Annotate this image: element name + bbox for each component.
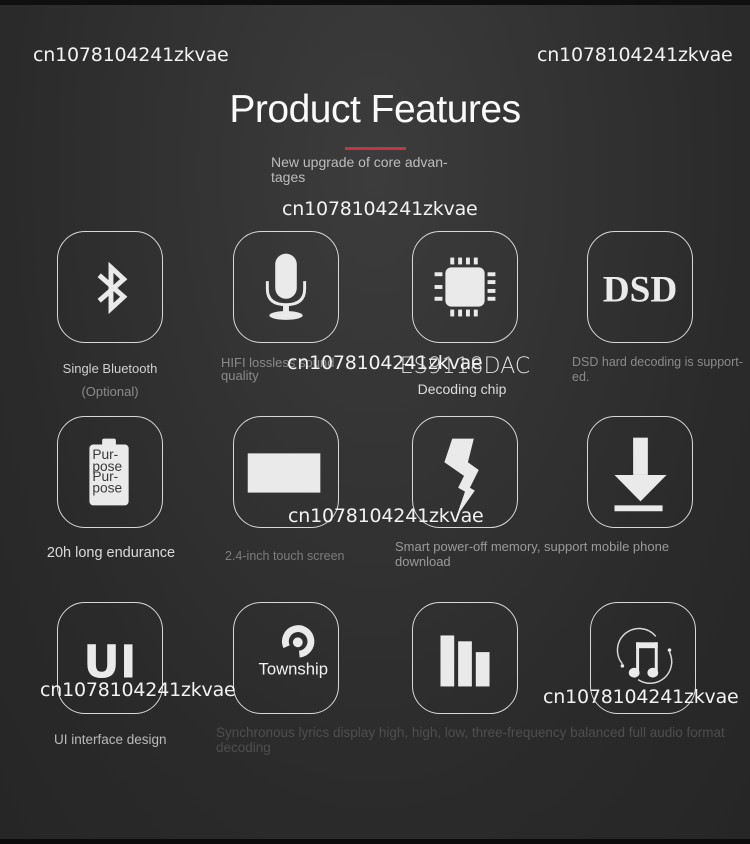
page-subtitle: New upgrade of core advan- tages: [271, 155, 471, 185]
watermark: cn1078104241zkvae: [537, 44, 733, 66]
watermark: cn1078104241zkvae: [288, 505, 484, 527]
feature-card-battery: Pur- pose Pur- pose: [57, 416, 163, 528]
feature-label: 20h long endurance: [46, 545, 176, 561]
feature-card-bluetooth: [57, 231, 163, 343]
feature-label: Single Bluetooth: [62, 361, 158, 376]
watermark: cn1078104241zkvae: [287, 352, 483, 374]
feature-note: Decoding chip: [417, 381, 507, 397]
svg-text:pose: pose: [92, 481, 122, 496]
watermark: cn1078104241zkvae: [40, 679, 236, 701]
feature-note: (Optional): [81, 384, 139, 399]
feature-label: Smart power-off memory, support mobile p…: [395, 539, 670, 569]
feature-card-dsd: DSD: [587, 231, 693, 343]
bottom-strip: [0, 839, 750, 844]
feature-card-equalizer: [412, 602, 518, 714]
township-icon: Township: [259, 625, 328, 679]
bluetooth-icon: [97, 261, 128, 315]
page-title: Product Features: [229, 88, 521, 131]
feature-label: 2.4-inch touch screen: [225, 549, 345, 563]
watermark: cn1078104241zkvae: [33, 44, 229, 66]
title-accent-bar: [345, 147, 406, 150]
download-icon: [614, 437, 667, 512]
microphone-icon: [265, 253, 307, 320]
equalizer-icon: [440, 635, 490, 687]
dsd-icon: DSD: [603, 270, 678, 311]
watermark: cn1078104241zkvae: [543, 686, 739, 708]
subtitle-text: New upgrade of core advan- tages: [271, 154, 448, 185]
feature-card-chip: [412, 231, 518, 343]
feature-card-microphone: [233, 231, 339, 343]
feature-card-download: [587, 416, 693, 528]
feature-label: Synchronous lyrics display high, high, l…: [216, 725, 725, 755]
watermark: cn1078104241zkvae: [282, 198, 478, 220]
feature-label: UI interface design: [54, 732, 167, 747]
battery-icon: Pur- pose Pur- pose: [89, 438, 129, 506]
township-icon-text: Township: [259, 660, 328, 679]
feature-card-township: Township: [233, 602, 339, 714]
feature-label: DSD hard decoding is support-ed.: [572, 355, 743, 384]
dsd-icon-text: DSD: [603, 270, 678, 311]
chip-icon: [434, 257, 496, 317]
